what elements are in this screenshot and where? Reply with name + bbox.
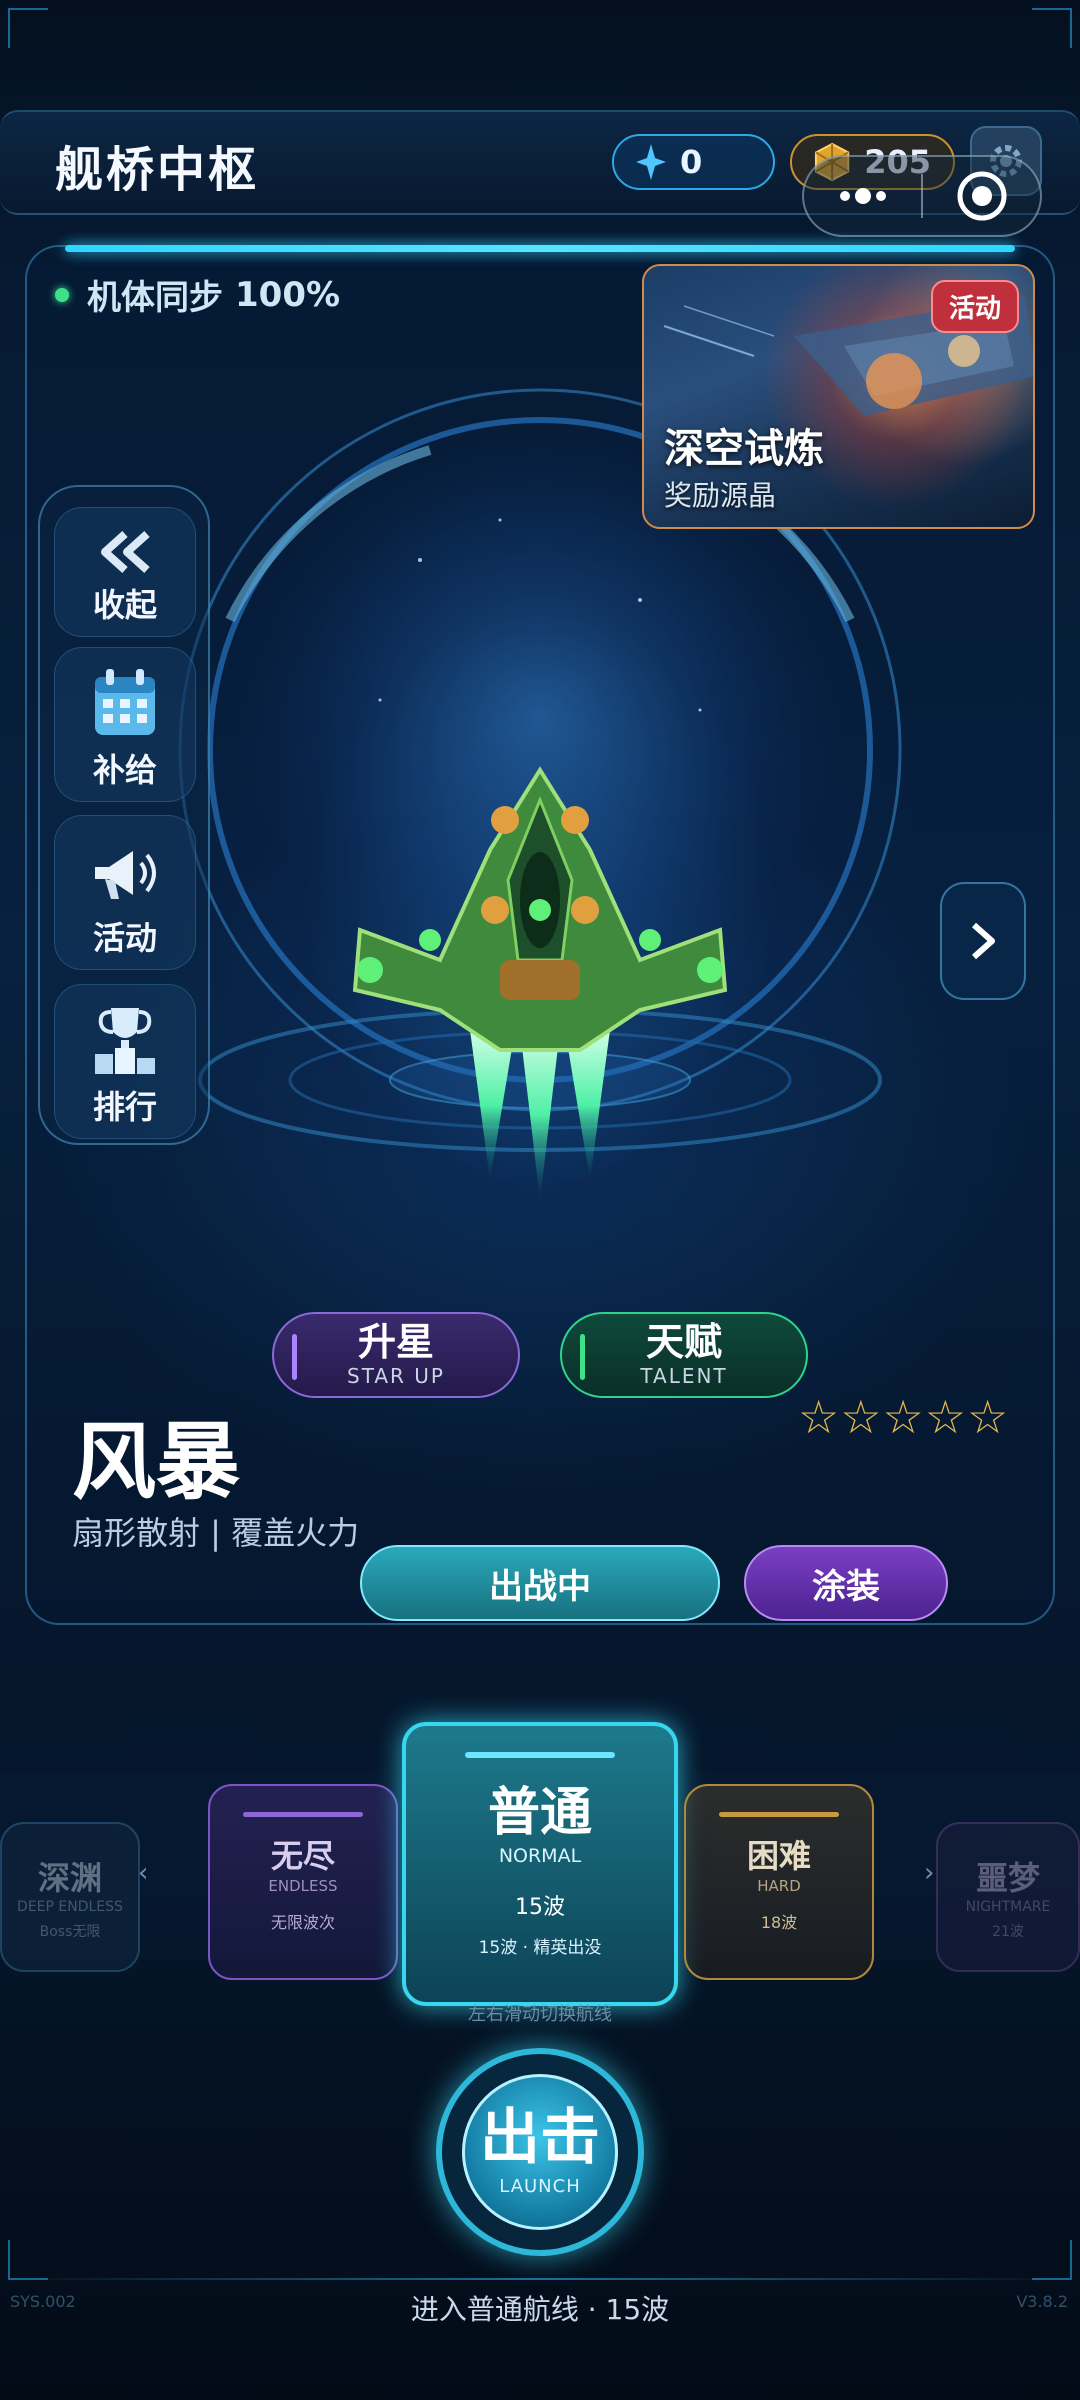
- trophy-icon: [95, 1008, 155, 1074]
- star-rating: ☆☆☆☆☆: [798, 1390, 1010, 1444]
- version-label: V3.8.2: [1016, 2292, 1068, 2311]
- more-dots-icon: [839, 188, 886, 204]
- crystal-icon: [636, 144, 666, 180]
- talent-sublabel: TALENT: [640, 1363, 728, 1388]
- event-title: 深空试炼: [664, 426, 824, 472]
- route-card-endless[interactable]: 无尽 ENDLESS 无限波次: [208, 1784, 398, 1980]
- crystal-currency[interactable]: 0: [612, 134, 775, 190]
- route-waves-abyss: Boss无限: [39, 1924, 101, 1940]
- side-menu: 收起 补给 活动 排行: [38, 485, 210, 1145]
- normal-accent: [465, 1752, 615, 1758]
- carousel-prev-icon[interactable]: ‹: [138, 1858, 148, 1888]
- sync-value: 100%: [235, 274, 341, 315]
- carousel-next-icon[interactable]: ›: [924, 1858, 934, 1888]
- route-card-hard[interactable]: 困难 HARD 18波: [684, 1784, 874, 1980]
- route-name-hard: 困难: [746, 1837, 811, 1875]
- route-card-abyss[interactable]: 深渊 DEEP ENDLESS Boss无限: [0, 1822, 140, 1972]
- event-subtitle: 奖励源晶: [664, 479, 777, 512]
- chevron-right-icon: [972, 922, 995, 960]
- route-en-hard: HARD: [757, 1877, 801, 1895]
- swipe-hint: 左右滑动切换航线: [468, 2004, 612, 2025]
- system-code-left: SYS.002: [10, 2292, 76, 2311]
- route-en-endless: ENDLESS: [268, 1877, 338, 1895]
- star-up-button[interactable]: 升星 STAR UP: [272, 1312, 520, 1398]
- ship-description: 扇形散射 | 覆盖火力: [72, 1514, 360, 1552]
- route-name-abyss: 深渊: [37, 1859, 102, 1897]
- collapse-menu-button[interactable]: 收起: [54, 507, 196, 637]
- target-close-icon: [957, 171, 1006, 221]
- star-up-accent: [292, 1334, 297, 1380]
- endless-accent: [243, 1812, 363, 1817]
- footer-divider: [0, 2278, 1080, 2280]
- sync-status: 机体同步 100%: [55, 270, 340, 319]
- route-en-abyss: DEEP ENDLESS: [17, 1899, 123, 1915]
- ranking-button[interactable]: 排行: [54, 984, 196, 1139]
- next-ship-button[interactable]: [940, 882, 1026, 1000]
- route-waves-hard: 18波: [760, 1913, 798, 1932]
- route-waves-endless: 无限波次: [270, 1913, 335, 1932]
- route-waves-normal: 15波: [515, 1895, 565, 1920]
- event-banner[interactable]: 活动 深空试炼 奖励源晶: [642, 264, 1035, 529]
- route-name-endless: 无尽: [270, 1837, 335, 1875]
- hard-accent: [719, 1812, 839, 1817]
- fighter-ship[interactable]: [340, 760, 740, 1220]
- crystal-count: 0: [680, 143, 703, 181]
- status-dot-icon: [55, 287, 69, 302]
- route-extra-normal: 15波 · 精英出没: [478, 1938, 602, 1958]
- skin-button[interactable]: 涂装: [744, 1545, 948, 1621]
- menu-label-collapse: 收起: [92, 586, 157, 624]
- launch-label: 出击: [480, 2102, 600, 2173]
- frame-corner-bottom-left: [8, 2240, 48, 2280]
- route-name-nightmare: 噩梦: [975, 1859, 1040, 1897]
- ship-name: 风暴: [72, 1413, 241, 1511]
- double-chevron-left-icon: [101, 531, 150, 573]
- talent-accent: [580, 1334, 585, 1380]
- route-en-nightmare: NIGHTMARE: [965, 1899, 1051, 1915]
- menu-label-ranking: 排行: [92, 1088, 157, 1126]
- launch-button[interactable]: 出击 LAUNCH: [462, 2074, 618, 2230]
- event-badge: 活动: [930, 280, 1019, 333]
- frame-corner-bottom-right: [1032, 2240, 1072, 2280]
- panel-top-glow: [65, 245, 1015, 252]
- route-en-normal: NORMAL: [498, 1845, 582, 1867]
- frame-corner-top-right: [1032, 8, 1072, 48]
- frame-corner-top-left: [8, 8, 48, 48]
- talent-button[interactable]: 天赋 TALENT: [560, 1312, 808, 1398]
- calendar-icon: [95, 669, 155, 735]
- route-name-normal: 普通: [487, 1783, 592, 1843]
- page-title: 舰桥中枢: [55, 142, 260, 198]
- sync-label: 机体同步: [87, 278, 223, 318]
- talent-label: 天赋: [645, 1320, 722, 1365]
- activity-button[interactable]: 活动: [54, 815, 196, 970]
- deploy-status-button[interactable]: 出战中: [360, 1545, 720, 1621]
- route-summary: 进入普通航线 · 15波: [410, 2293, 670, 2326]
- route-card-normal[interactable]: 普通 NORMAL 15波 15波 · 精英出没: [402, 1722, 678, 2006]
- star-up-sublabel: STAR UP: [347, 1363, 445, 1388]
- star-up-label: 升星: [357, 1320, 434, 1365]
- megaphone-icon: [95, 851, 156, 899]
- launch-sublabel: LAUNCH: [499, 2175, 581, 2197]
- close-app-button[interactable]: [923, 157, 1040, 235]
- mini-program-capsule: [802, 155, 1042, 237]
- route-card-nightmare[interactable]: 噩梦 NIGHTMARE 21波: [936, 1822, 1080, 1972]
- menu-label-activity: 活动: [92, 919, 157, 957]
- route-waves-nightmare: 21波: [992, 1924, 1024, 1940]
- menu-label-supply: 补给: [92, 751, 157, 789]
- supply-button[interactable]: 补给: [54, 647, 196, 802]
- more-menu-button[interactable]: [804, 157, 921, 235]
